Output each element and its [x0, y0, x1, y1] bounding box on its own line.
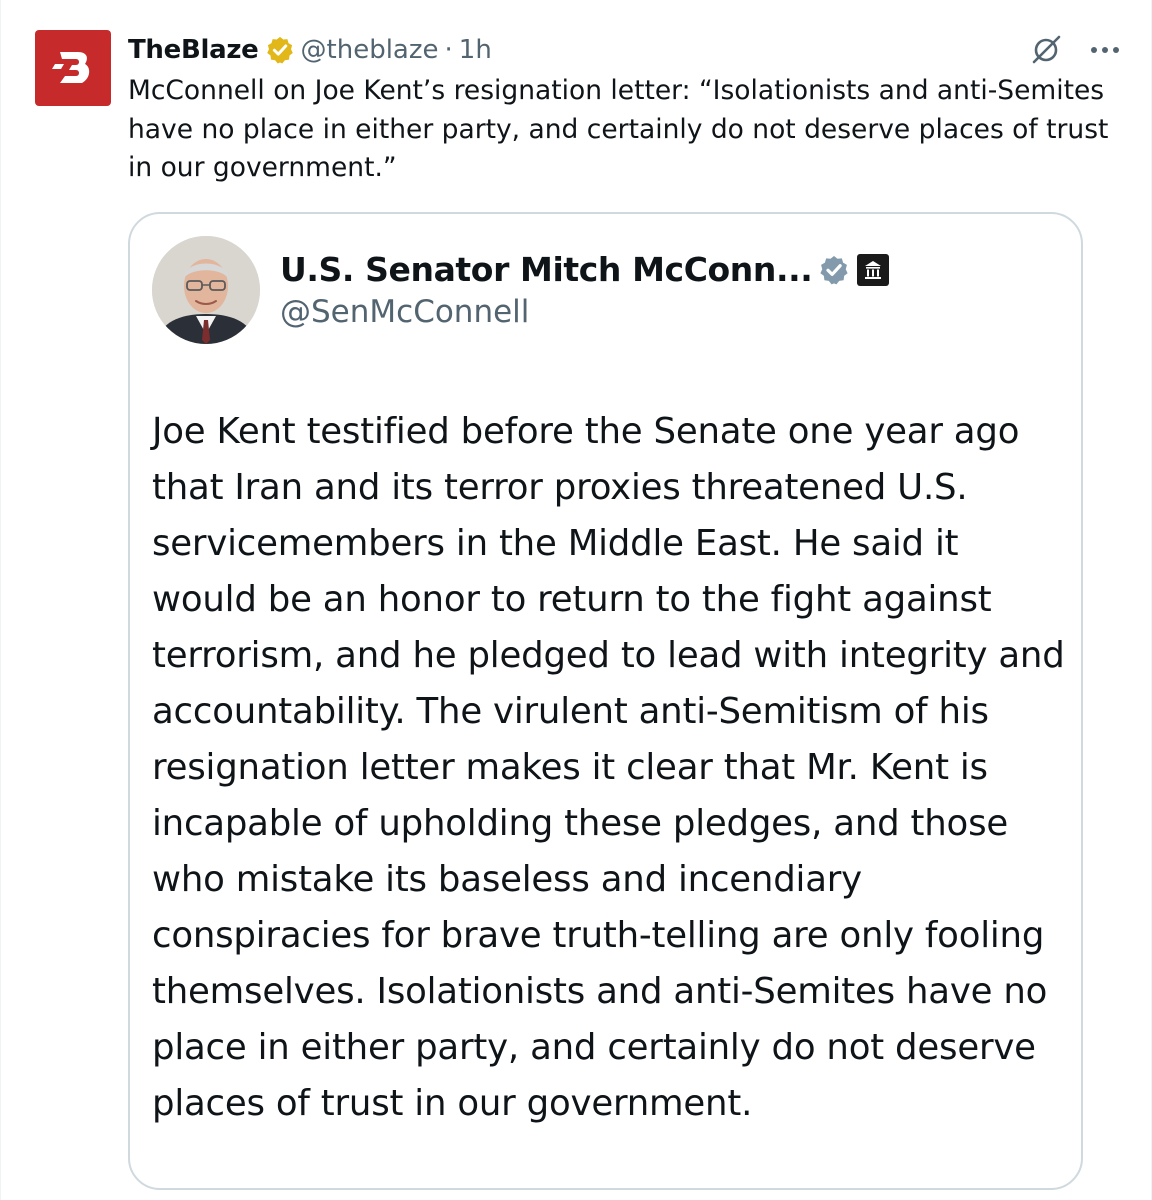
separator-dot: · [444, 35, 453, 65]
more-options-icon[interactable] [1089, 45, 1121, 55]
quoted-author-row: U.S. Senator Mitch McConn... [280, 250, 890, 289]
mcconnell-avatar[interactable] [152, 236, 260, 344]
theblaze-logo-icon [52, 52, 90, 83]
grok-icon[interactable] [1029, 33, 1063, 67]
quoted-author-name[interactable]: U.S. Senator Mitch McConn... [280, 250, 813, 289]
gold-verified-badge-icon[interactable] [265, 35, 295, 65]
author-handle[interactable]: @theblaze [301, 35, 439, 65]
government-building-icon[interactable] [856, 253, 890, 287]
quoted-tweet-card[interactable]: U.S. Senator Mitch McConn... @SenMcConne… [128, 212, 1083, 1190]
quoted-tweet-text: Joe Kent testified before the Senate one… [152, 411, 1065, 1124]
tweet-text: McConnell on Joe Kent’s resignation lett… [128, 75, 1109, 183]
tweet-container[interactable]: TheBlaze @theblaze · 1h McConnell on Joe… [0, 0, 1152, 1200]
theblaze-avatar[interactable] [35, 30, 111, 106]
quoted-author-handle[interactable]: @SenMcConnell [280, 294, 529, 330]
blue-verified-badge-icon[interactable] [818, 254, 850, 286]
tweet-header: TheBlaze @theblaze · 1h [128, 30, 1121, 70]
author-name[interactable]: TheBlaze [128, 35, 259, 65]
senator-portrait-image [152, 236, 260, 344]
timestamp[interactable]: 1h [459, 35, 492, 65]
header-actions [1029, 33, 1121, 67]
